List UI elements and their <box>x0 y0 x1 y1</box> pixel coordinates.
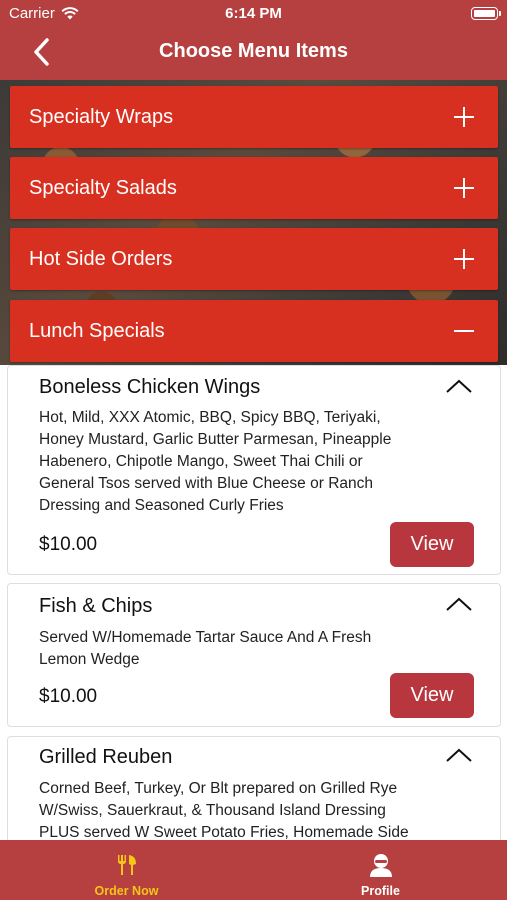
item-description: Served W/Homemade Tartar Sauce And A Fre… <box>39 627 439 671</box>
tab-order-now[interactable]: Order Now <box>0 840 253 900</box>
view-button[interactable]: View <box>390 522 474 567</box>
view-button[interactable]: View <box>390 673 474 718</box>
category-specialty-salads[interactable]: Specialty Salads <box>10 157 498 219</box>
category-label: Hot Side Orders <box>29 247 173 270</box>
category-lunch-specials[interactable]: Lunch Specials <box>10 300 498 362</box>
item-price: $10.00 <box>39 686 98 707</box>
page-title: Choose Menu Items <box>159 40 348 62</box>
description-line: Corned Beef, Turkey, Or Blt prepared on … <box>39 780 398 797</box>
utensils-icon <box>117 855 136 875</box>
battery-icon <box>471 7 501 20</box>
tab-profile[interactable]: Profile <box>254 840 507 900</box>
item-price: $10.00 <box>39 534 98 555</box>
item-name: Grilled Reuben <box>39 746 173 768</box>
description-line: General Tsos served with Blue Cheese or … <box>39 475 373 492</box>
status-bar: Carrier 6:14 PM <box>0 0 507 28</box>
person-icon <box>369 854 392 877</box>
chevron-up-icon[interactable] <box>445 747 473 763</box>
chevron-up-icon[interactable] <box>445 596 473 612</box>
status-time: 6:14 PM <box>225 5 282 22</box>
description-line: Served W/Homemade Tartar Sauce And A Fre… <box>39 629 372 646</box>
description-line: Habenero, Chipotle Mango, Sweet Thai Chi… <box>39 453 363 470</box>
category-label: Specialty Wraps <box>29 105 174 128</box>
menu-items-list[interactable]: Boneless Chicken Wings Hot, Mild, XXX At… <box>0 365 507 840</box>
item-name: Boneless Chicken Wings <box>39 376 261 398</box>
menu-item-card: Fish & Chips Served W/Homemade Tartar Sa… <box>7 583 501 727</box>
category-label: Lunch Specials <box>29 319 165 342</box>
description-line: Hot, Mild, XXX Atomic, BBQ, Spicy BBQ, T… <box>39 409 381 426</box>
plus-icon <box>454 107 474 127</box>
category-specialty-wraps[interactable]: Specialty Wraps <box>10 86 498 148</box>
header: Carrier 6:14 PM Choose Menu Items <box>0 0 507 80</box>
category-label: Specialty Salads <box>29 176 177 199</box>
description-line: Honey Mustard, Garlic Butter Parmesan, P… <box>39 431 392 448</box>
nav-bar: Choose Menu Items <box>0 28 507 80</box>
plus-icon <box>454 178 474 198</box>
menu-item-card: Boneless Chicken Wings Hot, Mild, XXX At… <box>7 365 501 575</box>
description-line: Dressing and Seasoned Curly Fries <box>39 497 284 514</box>
tab-label: Profile <box>361 884 400 898</box>
tab-label: Order Now <box>94 884 159 898</box>
plus-icon <box>454 249 474 269</box>
category-hot-side-orders[interactable]: Hot Side Orders <box>10 228 498 290</box>
description-line: PLUS served W Sweet Potato Fries, Homema… <box>39 824 409 840</box>
menu-item-card: Grilled Reuben Corned Beef, Turkey, Or B… <box>7 736 501 840</box>
description-line: Lemon Wedge <box>39 651 140 668</box>
item-description: Corned Beef, Turkey, Or Blt prepared on … <box>39 778 439 840</box>
minus-icon <box>454 321 474 341</box>
item-description: Hot, Mild, XXX Atomic, BBQ, Spicy BBQ, T… <box>39 407 439 517</box>
item-name: Fish & Chips <box>39 595 153 617</box>
tab-bar: Order Now Profile <box>0 840 507 900</box>
description-line: W/Swiss, Sauerkraut, & Thousand Island D… <box>39 802 386 819</box>
chevron-up-icon[interactable] <box>445 378 473 394</box>
